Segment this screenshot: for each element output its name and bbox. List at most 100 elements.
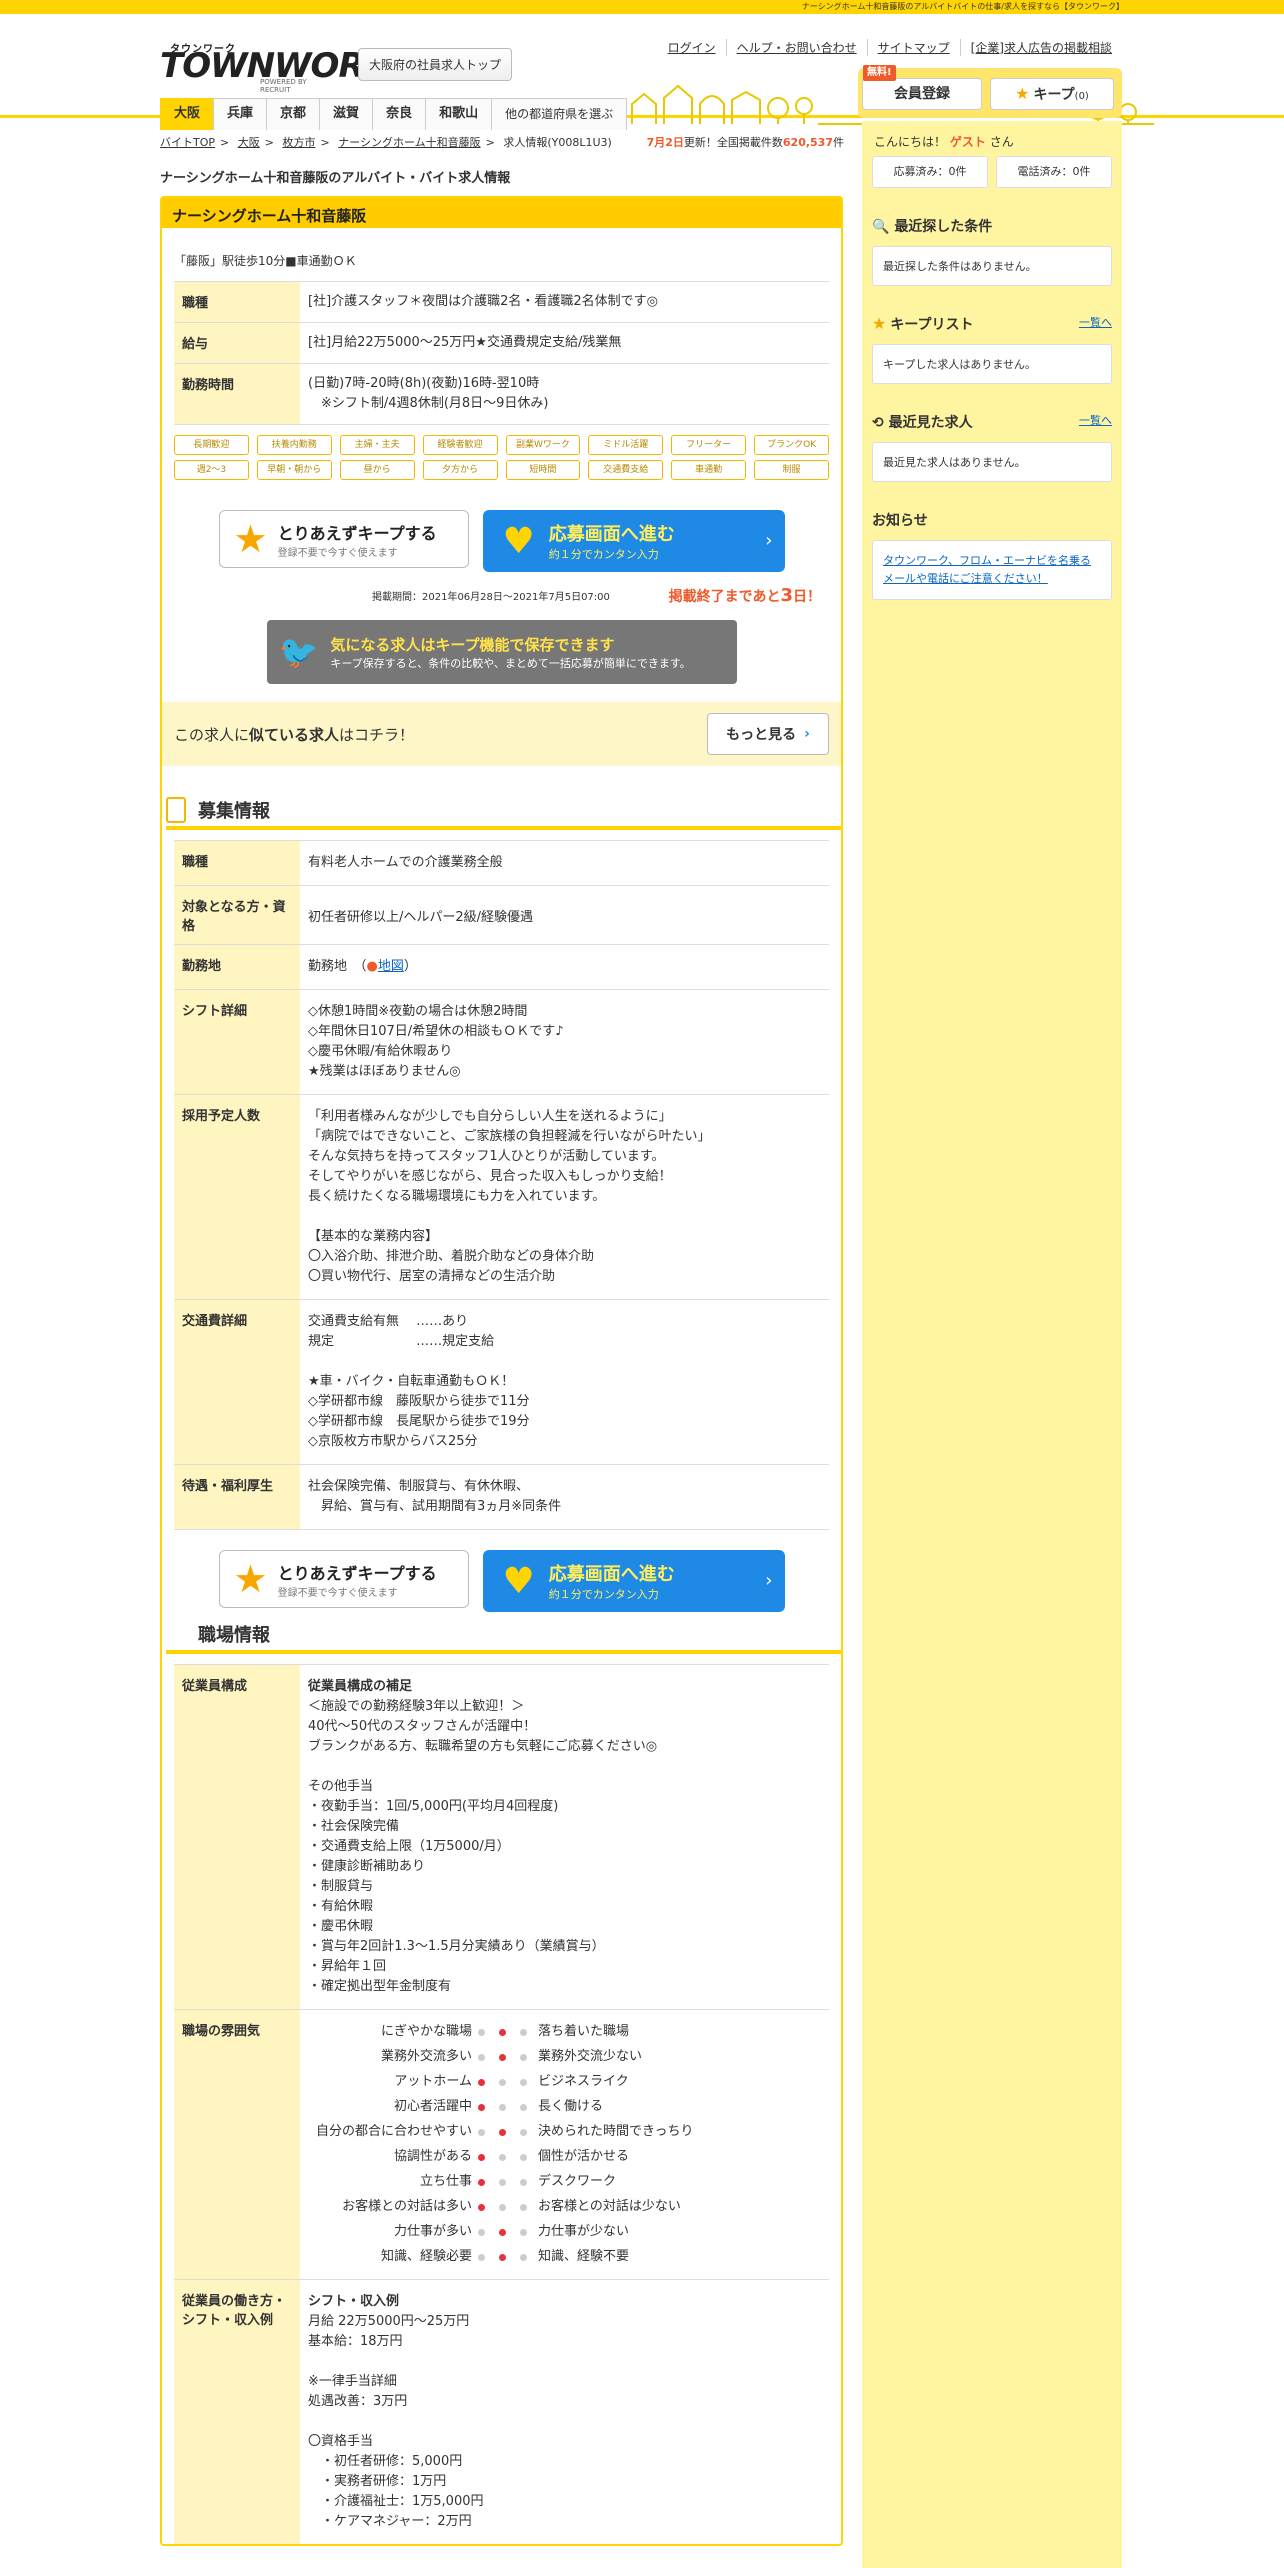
- update-info: 7月2日更新！全国掲載件数620,537件: [647, 134, 844, 150]
- scale-dot: [499, 2228, 506, 2236]
- listing-period: 掲載期間：2021年06月28日～2021年7月5日07:00 掲載終了まであと3…: [372, 580, 821, 610]
- breadcrumb-top[interactable]: バイトTOP: [160, 136, 215, 149]
- chevron-right-icon: ›: [765, 530, 773, 551]
- chevron-right-icon: ›: [765, 1570, 773, 1591]
- recent-view-heading: ⟲ 最近見た求人 一覧へ: [872, 412, 1112, 432]
- breadcrumb-company[interactable]: ナーシングホーム十和音藤阪: [338, 136, 480, 149]
- scale-dot: [499, 2178, 506, 2186]
- tag: 副業Wワーク: [505, 435, 581, 455]
- sidebar: こんにちは！ ゲスト さん 応募済み：0件 電話済み：0件 🔍 最近探した条件 最…: [862, 121, 1122, 2568]
- scale-dot: [478, 2253, 485, 2261]
- scale-dot: [478, 2203, 485, 2211]
- apply-button[interactable]: ♥ 応募画面へ進む 約１分でカンタン入力 ›: [482, 1550, 785, 1612]
- scale-dot: [499, 2053, 506, 2061]
- atmosphere-right: 力仕事が少ない: [538, 2224, 630, 2239]
- scale-dot: [520, 2028, 527, 2036]
- atmosphere-scale: [478, 2247, 538, 2267]
- logo-sub: POWERED BY RECRUIT: [260, 78, 307, 94]
- row-value: (日勤)7時-20時(8h)(夜勤)16時-翌10時 ※シフト制/4週8休制(月…: [308, 376, 549, 411]
- atmosphere-scale: [478, 2147, 538, 2167]
- section-title-text: 募集情報: [198, 801, 270, 822]
- breadcrumb-city[interactable]: 枚方市: [282, 136, 315, 149]
- tag: 週2～3: [174, 460, 249, 480]
- summary-row: 勤務時間 (日勤)7時-20時(8h)(夜勤)16時-翌10時 ※シフト制/4週8…: [174, 363, 829, 425]
- keep-button-sub: 登録不要で今すぐ使えます: [277, 547, 398, 559]
- feature-tags: 長期歓迎 扶養内勤務 主婦・主夫 経験者歓迎 副業Wワーク ミドル活躍 フリーター ブランクO…: [174, 435, 829, 480]
- star-icon: ★: [872, 314, 887, 333]
- staff-head: 従業員構成の補足: [308, 1679, 413, 1694]
- job-catch: 「藤阪」駅徒歩10分■車通勤ＯＫ: [174, 254, 357, 268]
- atmosphere-right: 落ち着いた職場: [538, 2024, 630, 2039]
- more-button[interactable]: もっと見る ›: [707, 713, 829, 755]
- update-text: 更新！全国掲載件数: [683, 136, 783, 149]
- recruit-section-title: 募集情報: [166, 797, 841, 830]
- recent-view-link[interactable]: 一覧へ: [1079, 412, 1112, 432]
- tag: 扶養内勤務: [256, 435, 332, 455]
- info-row: 職種 有料老人ホームでの介護業務全般: [174, 840, 829, 885]
- atmosphere-left: 初心者活躍中: [393, 2099, 472, 2114]
- scale-dot: [520, 2178, 527, 2186]
- atmosphere-chart: にぎやかな職場 落ち着いた職場 業務外交流多い 業務外交流少ない アットホーム ビジネスラ…: [308, 2022, 821, 2267]
- keeplist-link[interactable]: 一覧へ: [1079, 314, 1112, 334]
- atmosphere-right: 知識、経験不要: [538, 2249, 630, 2264]
- atmosphere-scale: [478, 2022, 538, 2042]
- notice-box: タウンワーク、フロム・エーナビを名乗るメールや電話にご注意ください！: [872, 540, 1112, 600]
- atmosphere-right: お客様との対話は少ない: [538, 2199, 681, 2214]
- keep-header-button[interactable]: ★ キープ(0): [990, 78, 1114, 110]
- heart-hand-icon: ♥: [502, 1560, 535, 1602]
- tag: 短時間: [505, 460, 581, 480]
- free-badge: 無料!: [863, 65, 896, 81]
- mascot-icon: 🐦: [278, 633, 319, 671]
- shift-text: 月給 22万5000円～25万円 基本給：18万円 ※一律手当詳細 処遇改善：3…: [308, 2314, 484, 2529]
- history-icon: ⟲: [872, 415, 884, 431]
- keeplist-box: キープした求人はありません。: [872, 344, 1112, 384]
- tag: 夕方から: [422, 460, 498, 480]
- notice-link[interactable]: タウンワーク、フロム・エーナビを名乗るメールや電話にご注意ください！: [883, 554, 1091, 585]
- workplace-section-title: 職場情報: [166, 1624, 841, 1654]
- top-bar-text: ナーシングホーム十和音藤阪のアルバイトバイトの仕事/求人を探すなら【タウンワーク…: [801, 2, 1124, 11]
- info-row: 待遇・福利厚生 社会保険完備、制服貸与、有休休暇、 昇給、賞与有、試用期間有3ヵ月…: [174, 1464, 829, 1530]
- keep-button[interactable]: ★ とりあえずキープする 登録不要で今すぐ使えます: [218, 1550, 469, 1608]
- similar-jobs-bar: この求人に似ている求人はコチラ！ もっと見る ›: [162, 702, 841, 766]
- scale-dot: [520, 2228, 527, 2236]
- breadcrumb-osaka[interactable]: 大阪: [238, 136, 260, 149]
- apply-button[interactable]: ♥ 応募画面へ進む 約１分でカンタン入力 ›: [482, 510, 785, 572]
- breadcrumb: バイトTOP > 大阪 > 枚方市 > ナーシングホーム十和音藤阪 > 求人情報(Y00…: [160, 134, 844, 150]
- keep-button[interactable]: ★ とりあえずキープする 登録不要で今すぐ使えます: [218, 510, 469, 568]
- map-link[interactable]: 地図: [378, 959, 404, 974]
- star-icon: ★: [1015, 84, 1030, 103]
- update-date: 7月2日: [646, 136, 684, 149]
- scale-dot: [520, 2253, 527, 2261]
- row-header: 勤務時間: [174, 364, 300, 424]
- scale-dot: [499, 2103, 506, 2111]
- atmosphere-left: 自分の都合に合わせやすい: [315, 2124, 472, 2139]
- top-bar: ナーシングホーム十和音藤阪のアルバイトバイトの仕事/求人を探すなら【タウンワーク…: [0, 0, 1284, 14]
- staff-text: ＜施設での勤務経験3年以上歓迎！＞ 40代～50代のスタッフさんが活躍中！ ブラ…: [308, 1699, 658, 1994]
- info-row: 勤務地 勤務地 （●地図）: [174, 944, 829, 989]
- atmosphere-left: 立ち仕事: [419, 2174, 472, 2189]
- scale-dot: [478, 2228, 485, 2236]
- member-register-button[interactable]: 無料! 会員登録: [862, 65, 982, 110]
- atmosphere-left: お客様との対話は多い: [342, 2199, 472, 2214]
- scale-dot: [499, 2128, 506, 2136]
- login-link[interactable]: ログイン: [658, 39, 726, 56]
- scale-dot: [478, 2128, 485, 2136]
- recent-search-heading: 🔍 最近探した条件: [872, 219, 993, 235]
- info-row: 対象となる方・資格 初任者研修以上/ヘルパー2級/経験優遇: [174, 885, 829, 944]
- area-top-button[interactable]: 大阪府の社員求人トップ: [358, 48, 513, 81]
- scale-dot: [499, 2028, 506, 2036]
- tag: 主婦・主夫: [339, 435, 415, 455]
- atmosphere-left: 業務外交流多い: [380, 2049, 472, 2064]
- atmosphere-left: 力仕事が多い: [393, 2224, 472, 2239]
- sitemap-link[interactable]: サイトマップ: [866, 39, 960, 56]
- recent-view-box: 最近見た求人はありません。: [872, 442, 1112, 482]
- business-link[interactable]: [企業]求人広告の掲載相談: [959, 39, 1122, 56]
- header-links: ログイン ヘルプ・お問い合わせ サイトマップ [企業]求人広告の掲載相談: [658, 39, 1122, 56]
- scale-dot: [520, 2103, 527, 2111]
- total-count: 620,537: [782, 136, 833, 149]
- clipboard-icon: [166, 797, 186, 823]
- townwork-logo[interactable]: タウンワーク TOWNWORK POWERED BY RECRUIT: [160, 42, 390, 94]
- atmosphere-scale: [478, 2197, 538, 2217]
- tag: 昼から: [339, 460, 415, 480]
- help-link[interactable]: ヘルプ・お問い合わせ: [725, 39, 867, 56]
